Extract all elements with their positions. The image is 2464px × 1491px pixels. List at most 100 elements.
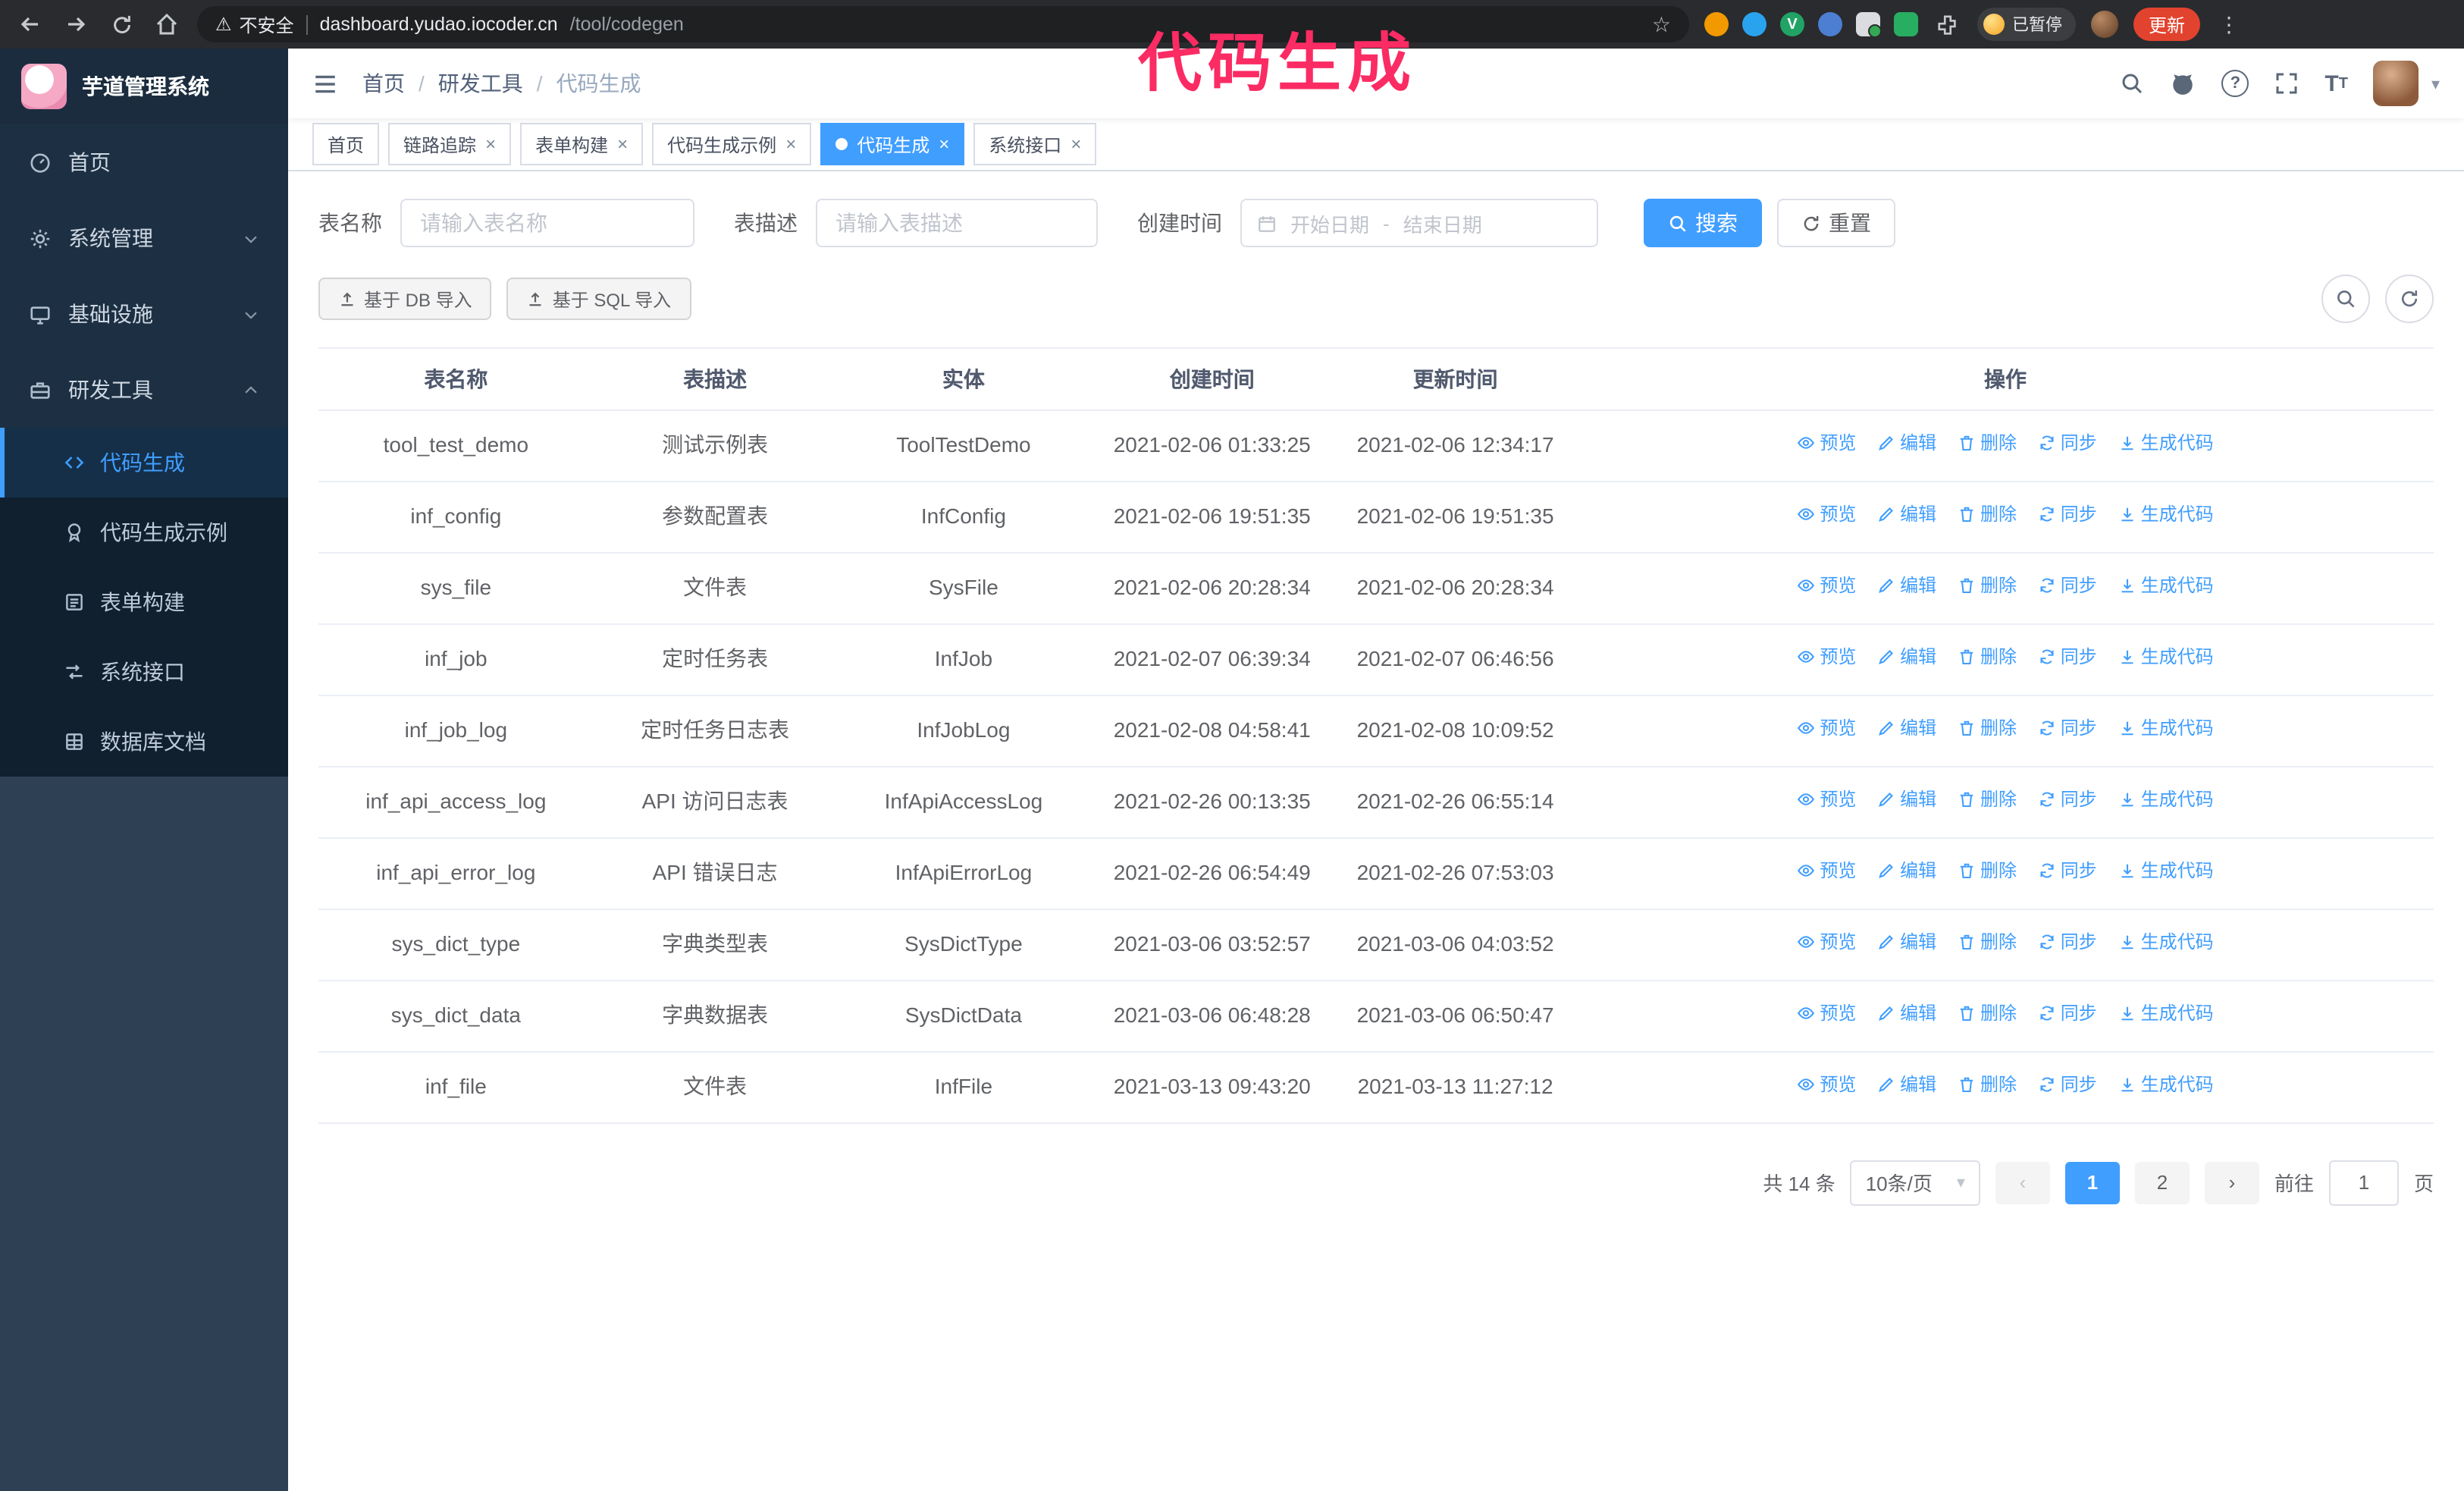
sync-link[interactable]: 同步 [2038,643,2097,671]
help-icon[interactable]: ? [2221,70,2249,97]
search-icon[interactable] [2120,71,2144,96]
sync-link[interactable]: 同步 [2038,1000,2097,1028]
tab-codegen[interactable]: 代码生成 × [820,123,965,165]
preview-link[interactable]: 预览 [1797,1000,1856,1028]
generate-code-link[interactable]: 生成代码 [2118,1071,2214,1099]
font-size-icon[interactable]: TT [2324,71,2348,96]
delete-link[interactable]: 删除 [1958,928,2017,956]
import-db-button[interactable]: 基于 DB 导入 [318,278,492,320]
prev-page-button[interactable]: ‹ [1995,1161,2050,1204]
breadcrumb-devtools[interactable]: 研发工具 [438,68,523,99]
next-page-button[interactable]: › [2204,1161,2259,1204]
extension-icon-5[interactable] [1856,12,1882,38]
user-avatar[interactable] [2373,61,2419,106]
extension-icon-6[interactable] [1894,12,1918,36]
app-logo[interactable]: 芋道管理系统 [0,49,288,124]
sync-link[interactable]: 同步 [2038,429,2097,457]
edit-link[interactable]: 编辑 [1877,714,1936,742]
sidebar-item-codegen[interactable]: 代码生成 [0,428,288,498]
table-desc-input[interactable] [816,199,1098,247]
generate-code-link[interactable]: 生成代码 [2118,572,2214,600]
sync-link[interactable]: 同步 [2038,714,2097,742]
delete-link[interactable]: 删除 [1958,1000,2017,1028]
page-size-select[interactable]: 10条/页 ▾ [1850,1160,1980,1206]
preview-link[interactable]: 预览 [1797,714,1856,742]
sync-link[interactable]: 同步 [2038,857,2097,885]
edit-link[interactable]: 编辑 [1877,429,1936,457]
sidebar-item-home[interactable]: 首页 [0,124,288,200]
update-button[interactable]: 更新 [2133,8,2201,41]
delete-link[interactable]: 删除 [1958,501,2017,529]
toggle-search-button[interactable] [2321,275,2370,323]
edit-link[interactable]: 编辑 [1877,786,1936,814]
date-range-picker[interactable]: 开始日期 - 结束日期 [1240,199,1598,247]
sidebar-item-form-builder[interactable]: 表单构建 [0,567,288,637]
overflow-menu-icon[interactable]: ⋮ [2215,11,2243,37]
preview-link[interactable]: 预览 [1797,572,1856,600]
extension-icon-2[interactable] [1742,12,1766,36]
browser-profile-avatar[interactable] [2091,11,2118,38]
generate-code-link[interactable]: 生成代码 [2118,501,2214,529]
preview-link[interactable]: 预览 [1797,501,1856,529]
puzzle-extensions-icon[interactable] [1932,9,1962,39]
github-icon[interactable] [2170,71,2196,96]
generate-code-link[interactable]: 生成代码 [2118,1000,2214,1028]
sync-link[interactable]: 同步 [2038,928,2097,956]
generate-code-link[interactable]: 生成代码 [2118,643,2214,671]
page-2-button[interactable]: 2 [2134,1161,2190,1204]
generate-code-link[interactable]: 生成代码 [2118,857,2214,885]
sync-link[interactable]: 同步 [2038,572,2097,600]
search-button[interactable]: 搜索 [1644,199,1762,247]
reload-icon[interactable] [106,9,136,39]
close-icon[interactable]: × [939,135,949,153]
edit-link[interactable]: 编辑 [1877,1000,1936,1028]
delete-link[interactable]: 删除 [1958,1071,2017,1099]
extension-icon-1[interactable] [1704,12,1729,36]
preview-link[interactable]: 预览 [1797,1071,1856,1099]
fullscreen-icon[interactable] [2274,71,2299,96]
sidebar-item-codegen-example[interactable]: 代码生成示例 [0,498,288,567]
reset-button[interactable]: 重置 [1777,199,1895,247]
close-icon[interactable]: × [485,135,496,153]
generate-code-link[interactable]: 生成代码 [2118,786,2214,814]
delete-link[interactable]: 删除 [1958,429,2017,457]
edit-link[interactable]: 编辑 [1877,643,1936,671]
edit-link[interactable]: 编辑 [1877,1071,1936,1099]
delete-link[interactable]: 删除 [1958,714,2017,742]
tab-codegen-example[interactable]: 代码生成示例 × [652,123,812,165]
close-icon[interactable]: × [1071,135,1081,153]
refresh-table-button[interactable] [2385,275,2434,323]
edit-link[interactable]: 编辑 [1877,501,1936,529]
collapse-sidebar-icon[interactable] [312,71,338,96]
home-icon[interactable] [152,9,182,39]
edit-link[interactable]: 编辑 [1877,857,1936,885]
extension-icon-3[interactable]: V [1780,12,1804,36]
breadcrumb-home[interactable]: 首页 [362,68,405,99]
sidebar-item-db-doc[interactable]: 数据库文档 [0,707,288,777]
delete-link[interactable]: 删除 [1958,572,2017,600]
sync-link[interactable]: 同步 [2038,501,2097,529]
tab-system-api[interactable]: 系统接口 × [973,123,1097,165]
sidebar-item-system-api[interactable]: 系统接口 [0,637,288,707]
delete-link[interactable]: 删除 [1958,786,2017,814]
preview-link[interactable]: 预览 [1797,857,1856,885]
edit-link[interactable]: 编辑 [1877,572,1936,600]
sync-link[interactable]: 同步 [2038,1071,2097,1099]
sidebar-item-system[interactable]: 系统管理 [0,200,288,276]
tab-home[interactable]: 首页 [312,123,380,165]
delete-link[interactable]: 删除 [1958,643,2017,671]
preview-link[interactable]: 预览 [1797,429,1856,457]
sidebar-item-infrastructure[interactable]: 基础设施 [0,276,288,352]
sidebar-item-devtools[interactable]: 研发工具 [0,352,288,428]
extension-icon-4[interactable] [1818,12,1842,36]
site-security[interactable]: ⚠ 不安全 [215,11,294,37]
avatar-caret-icon[interactable]: ▾ [2431,74,2440,93]
preview-link[interactable]: 预览 [1797,643,1856,671]
tab-form-builder[interactable]: 表单构建 × [520,123,644,165]
generate-code-link[interactable]: 生成代码 [2118,429,2214,457]
preview-link[interactable]: 预览 [1797,928,1856,956]
forward-icon[interactable] [61,9,91,39]
close-icon[interactable]: × [785,135,796,153]
table-name-input[interactable] [400,199,694,247]
back-icon[interactable] [15,9,45,39]
